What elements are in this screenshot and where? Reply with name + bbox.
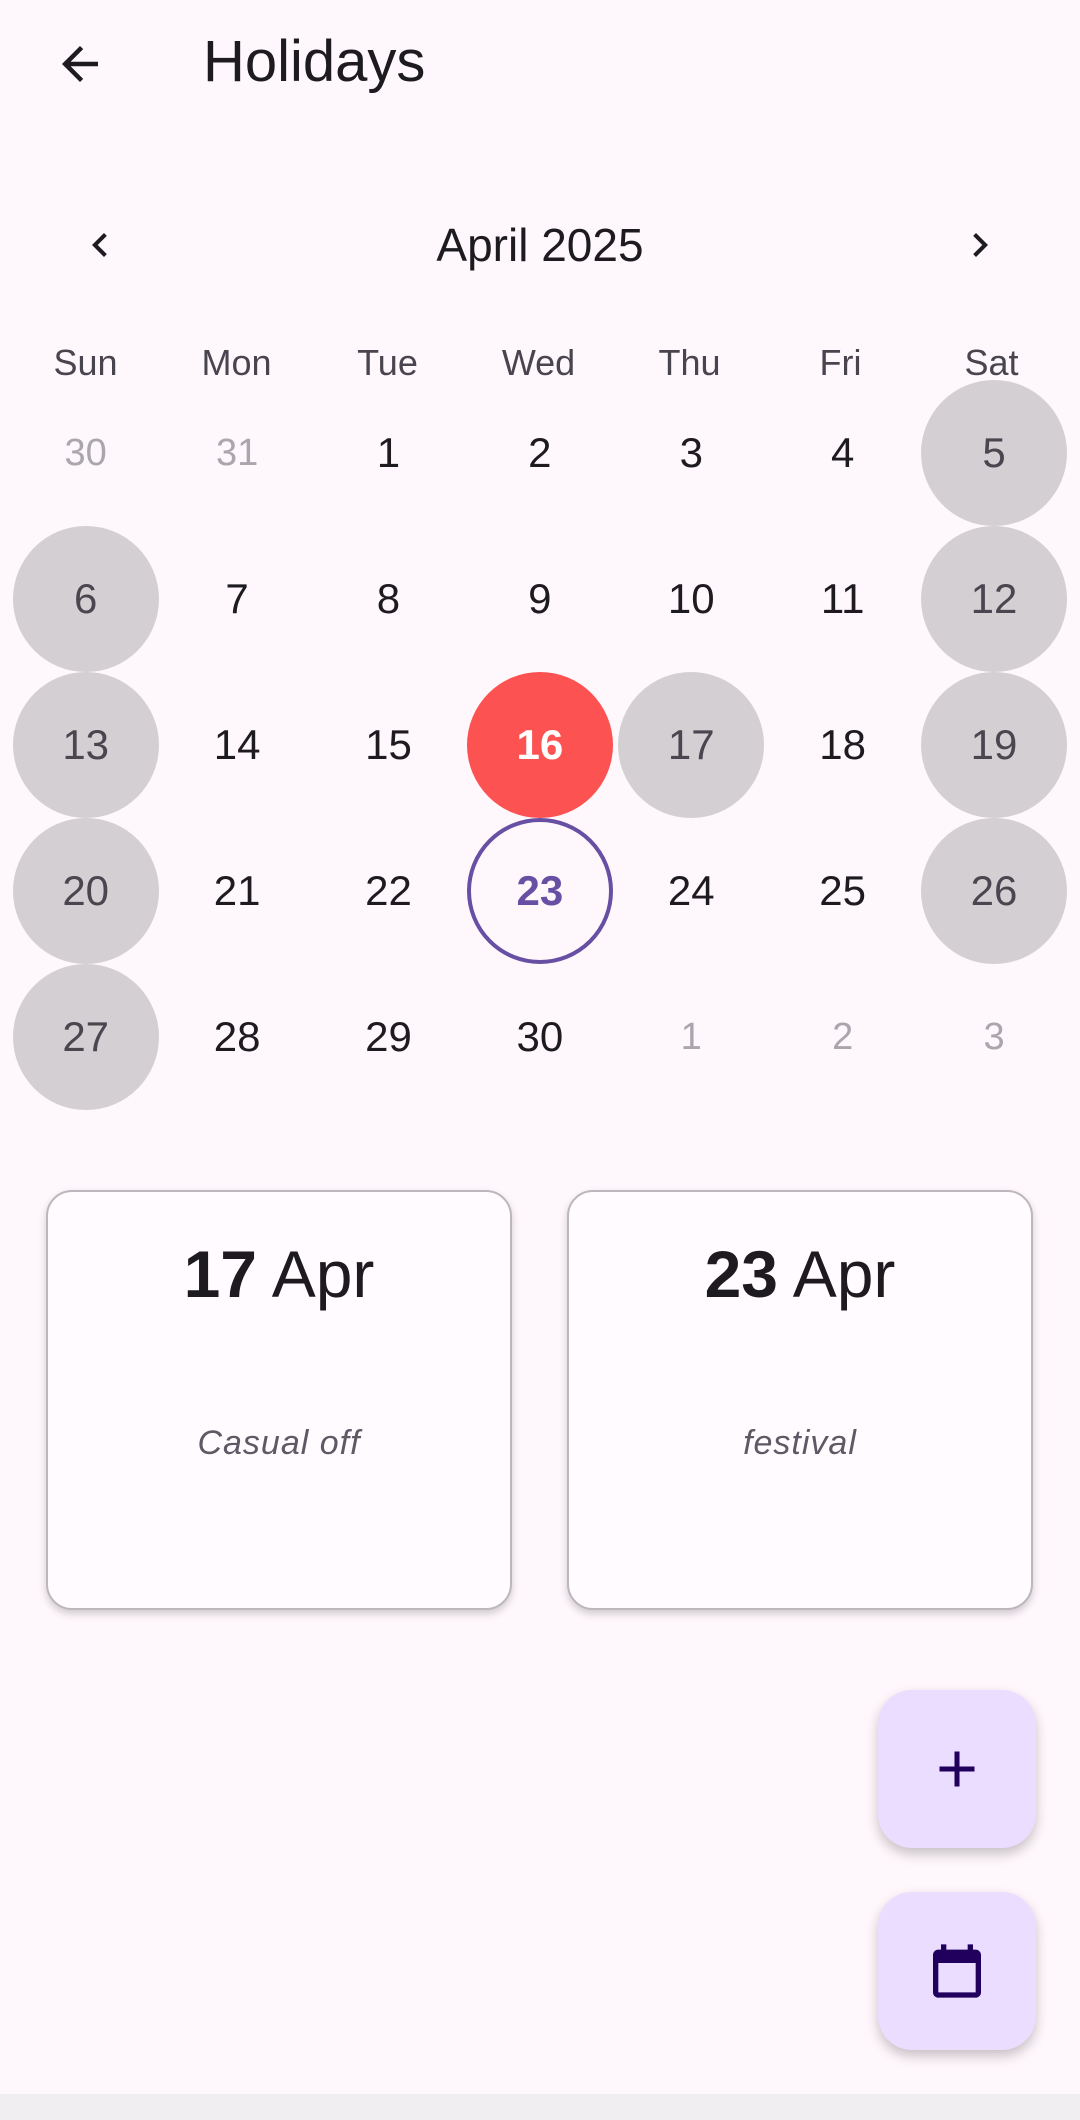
calendar-day-normal[interactable]: 24: [616, 818, 767, 964]
calendar-day-label: 2: [832, 1015, 854, 1058]
calendar-day-label: 31: [215, 431, 259, 474]
holiday-card-day: 17: [183, 1237, 257, 1311]
calendar-day-normal[interactable]: 14: [161, 672, 312, 818]
calendar-day-normal[interactable]: 25: [767, 818, 918, 964]
calendar-day-holiday[interactable]: 27: [10, 964, 161, 1110]
back-button[interactable]: [40, 24, 120, 104]
calendar-day-normal[interactable]: 18: [767, 672, 918, 818]
calendar-day-label: 24: [667, 867, 715, 914]
calendar-day-label: 11: [820, 575, 865, 622]
calendar-day-today[interactable]: 23: [464, 818, 615, 964]
calendar-day-label: 17: [618, 672, 765, 818]
holiday-card-date: 23 Apr: [569, 1234, 1031, 1314]
calendar-day-label: 16: [466, 672, 613, 818]
calendar-day-normal[interactable]: 22: [313, 818, 464, 964]
holiday-card-day: 23: [704, 1237, 778, 1311]
calendar-day-holiday[interactable]: 13: [10, 672, 161, 818]
calendar-day-label: 27: [12, 964, 159, 1110]
calendar-day-normal[interactable]: 7: [161, 526, 312, 672]
calendar-day-label: 19: [921, 672, 1068, 818]
calendar-day-label: 23: [466, 818, 613, 964]
calendar-day-normal[interactable]: 10: [616, 526, 767, 672]
calendar-day-label: 29: [365, 1013, 412, 1060]
calendar-day-normal[interactable]: 28: [161, 964, 312, 1110]
calendar-day-label: 8: [376, 575, 401, 622]
bottom-system-bar: [0, 2094, 1080, 2120]
calendar-day-normal[interactable]: 29: [313, 964, 464, 1110]
holiday-card[interactable]: 23 Apr festival: [567, 1190, 1033, 1610]
chevron-left-icon: [92, 233, 107, 257]
calendar-day-normal[interactable]: 4: [767, 380, 918, 526]
calendar-day-label: 5: [921, 380, 1068, 526]
calendar-day-label: 28: [213, 1013, 261, 1060]
calendar-day-label: 3: [679, 429, 703, 476]
holiday-card-note: Casual off: [197, 1424, 361, 1462]
month-label: April 2025: [436, 219, 644, 271]
calendar-day-outside: 2: [767, 964, 918, 1110]
calendar-day-normal[interactable]: 8: [313, 526, 464, 672]
calendar-icon: [933, 1944, 981, 1998]
calendar-day-holiday[interactable]: 26: [918, 818, 1069, 964]
calendar-day-outside: 30: [10, 380, 161, 526]
calendar-day-normal[interactable]: 21: [161, 818, 312, 964]
holiday-card-note: festival: [743, 1424, 857, 1462]
calendar-day-label: 14: [213, 721, 261, 768]
calendar-day-label: 18: [819, 721, 866, 768]
add-holiday-button[interactable]: [878, 1690, 1036, 1848]
calendar-day-normal[interactable]: 11: [767, 526, 918, 672]
calendar-day-normal[interactable]: 30: [464, 964, 615, 1110]
calendar-day-normal[interactable]: 9: [464, 526, 615, 672]
holiday-card-month: Apr: [271, 1237, 375, 1311]
previous-month-button[interactable]: [60, 205, 140, 285]
calendar-day-label: 30: [516, 1013, 564, 1060]
calendar-day-holiday[interactable]: 19: [918, 672, 1069, 818]
calendar-day-label: 20: [12, 818, 159, 964]
calendar-day-outside: 3: [918, 964, 1069, 1110]
calendar-day-label: 12: [921, 526, 1068, 672]
calendar-day-label: 2: [528, 429, 552, 476]
calendar-day-label: 3: [983, 1015, 1005, 1058]
calendar-day-holiday[interactable]: 20: [10, 818, 161, 964]
calendar-day-label: 25: [819, 867, 866, 914]
calendar-day-holiday[interactable]: 12: [918, 526, 1069, 672]
holiday-card-date: 17 Apr: [48, 1234, 510, 1314]
calendar-day-normal[interactable]: 1: [313, 380, 464, 526]
calendar-day-normal[interactable]: 15: [313, 672, 464, 818]
month-header: April 2025: [0, 205, 1080, 285]
next-month-button[interactable]: [940, 205, 1020, 285]
calendar-day-normal[interactable]: 2: [464, 380, 615, 526]
calendar-day-label: 13: [12, 672, 159, 818]
calendar-day-holiday[interactable]: 5: [918, 380, 1069, 526]
calendar-button[interactable]: [878, 1892, 1036, 2050]
calendar-day-outside: 31: [161, 380, 312, 526]
calendar-day-label: 15: [365, 721, 412, 768]
calendar-day-label: 6: [12, 526, 159, 672]
calendar-day-label: 9: [528, 575, 552, 622]
holiday-card-month: Apr: [792, 1237, 896, 1311]
page-title: Holidays: [203, 29, 426, 94]
calendar-day-label: 26: [921, 818, 1068, 964]
calendar-day-selected[interactable]: 16: [464, 672, 615, 818]
calendar-day-label: 22: [365, 867, 412, 914]
calendar-day-label: 1: [680, 1015, 702, 1058]
arrow-back-icon: [62, 46, 98, 82]
calendar-day-label: 7: [225, 575, 249, 622]
holiday-card[interactable]: 17 Apr Casual off: [46, 1190, 512, 1610]
chevron-right-icon: [973, 233, 988, 257]
calendar-day-label: 1: [376, 429, 401, 476]
calendar-day-outside: 1: [616, 964, 767, 1110]
calendar-day-grid: 30 31 1 2 3 4 5 6 7 8 9 10 11 12 13 14 15 16 17 18 19 20 21 22 2…: [10, 380, 1072, 1110]
calendar-day-label: 30: [64, 431, 107, 474]
app-bar: Holidays: [0, 0, 1080, 128]
calendar-day-label: 10: [667, 575, 715, 622]
calendar-day-holiday[interactable]: 6: [10, 526, 161, 672]
calendar-day-holiday[interactable]: 17: [616, 672, 767, 818]
calendar-day-normal[interactable]: 3: [616, 380, 767, 526]
calendar-day-label: 21: [213, 867, 261, 914]
plus-icon: [939, 1751, 975, 1787]
calendar-day-label: 4: [830, 429, 855, 476]
